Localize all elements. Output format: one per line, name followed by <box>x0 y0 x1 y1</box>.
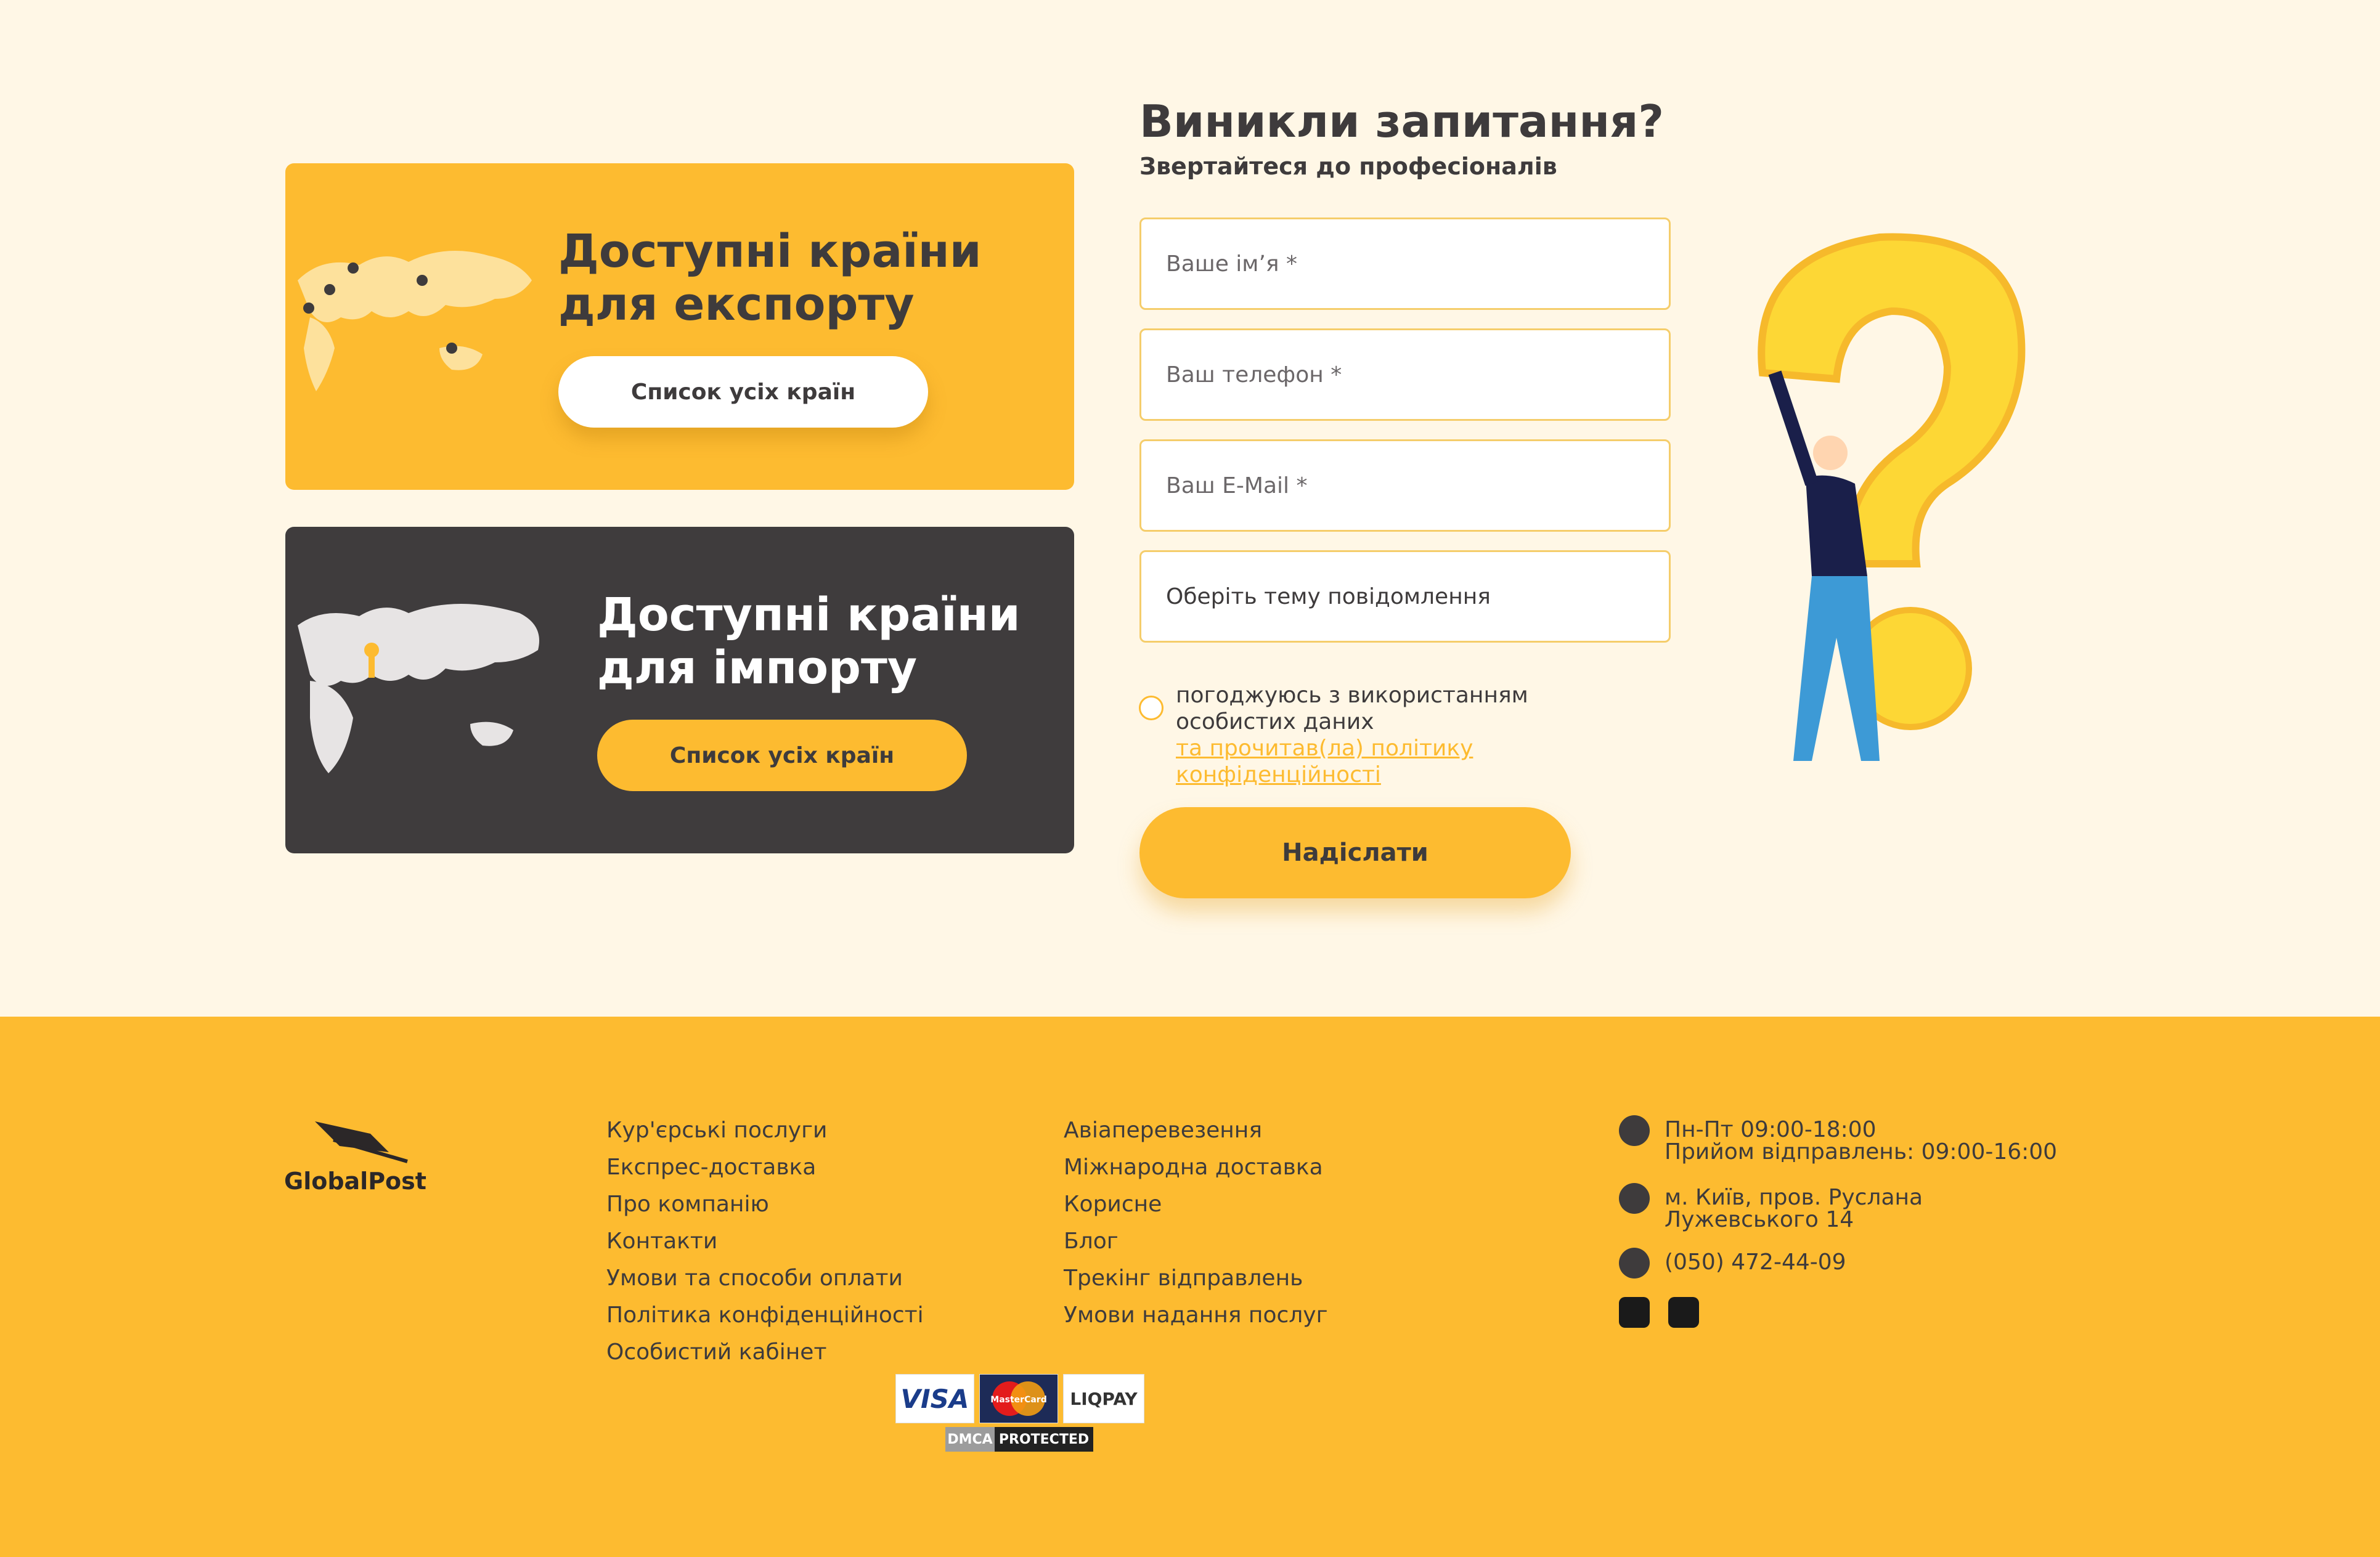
phone-number[interactable]: (050) 472-44-09 <box>1665 1248 1846 1274</box>
world-map-icon <box>298 604 539 773</box>
export-title-line1: Доступні країни <box>558 225 982 278</box>
footer-link-courier[interactable]: Кур'єрські послуги <box>606 1112 924 1149</box>
footer-link-account[interactable]: Особистий кабінет <box>606 1334 924 1371</box>
address: м. Київ, пров. Руслана Лужевського 14 <box>1619 1183 1923 1231</box>
form-title: Виникли запитання? <box>1139 96 1665 147</box>
facebook-icon[interactable] <box>1668 1297 1699 1328</box>
hours-line1: Пн-Пт 09:00-18:00 <box>1665 1117 1877 1142</box>
name-input[interactable] <box>1139 217 1671 310</box>
export-countries-list-button[interactable]: Список усіх країн <box>558 356 928 428</box>
privacy-policy-link[interactable]: та прочитав(ла) політику конфіденційност… <box>1176 735 1607 788</box>
email-input[interactable] <box>1139 439 1671 532</box>
topic-select[interactable]: Оберіть тему повідомлення <box>1139 550 1671 643</box>
footer-link-blog[interactable]: Блог <box>1064 1223 1327 1260</box>
footer-link-payment[interactable]: Умови та способи оплати <box>606 1260 924 1297</box>
phone-icon <box>1619 1248 1650 1279</box>
footer: GlobalPost Кур'єрські послуги Експрес-до… <box>0 1017 2380 1557</box>
footer-link-contacts[interactable]: Контакти <box>606 1223 924 1260</box>
footer-link-international[interactable]: Міжнародна доставка <box>1064 1149 1327 1186</box>
world-map-icon <box>298 251 532 391</box>
address-line2: Лужевського 14 <box>1665 1207 1854 1232</box>
footer-link-air[interactable]: Авіаперевезення <box>1064 1112 1327 1149</box>
visa-logo: VISA <box>895 1374 974 1423</box>
footer-link-privacy[interactable]: Політика конфіденційності <box>606 1297 924 1334</box>
svg-text:MasterCard: MasterCard <box>990 1395 1046 1405</box>
question-mark-illustration <box>1758 233 2026 761</box>
import-countries-list-button[interactable]: Список усіх країн <box>597 720 967 791</box>
footer-link-useful[interactable]: Корисне <box>1064 1186 1327 1223</box>
import-title-line2: для імпорту <box>597 641 918 694</box>
instagram-icon[interactable] <box>1619 1297 1650 1328</box>
phone[interactable]: (050) 472-44-09 <box>1619 1248 1846 1279</box>
dmca-right: PROTECTED <box>995 1427 1093 1452</box>
phone-input[interactable] <box>1139 328 1671 421</box>
export-title-line2: для експорту <box>558 278 915 331</box>
footer-links-col1: Кур'єрські послуги Експрес-доставка Про … <box>606 1112 924 1371</box>
footer-link-express[interactable]: Експрес-доставка <box>606 1149 924 1186</box>
mastercard-circles-icon: MasterCard <box>990 1381 1047 1416</box>
form-subtitle: Звертайтеся до професіоналів <box>1139 153 1557 180</box>
working-hours: Пн-Пт 09:00-18:00 Прийом відправлень: 09… <box>1619 1115 2057 1163</box>
dmca-left: DMCA <box>945 1427 995 1452</box>
consent-text: погоджуюсь з використанням особистих дан… <box>1176 683 1528 734</box>
mastercard-logo: MasterCard <box>979 1374 1058 1423</box>
hours-line2: Прийом відправлень: 09:00-16:00 <box>1665 1139 2058 1165</box>
import-title-line1: Доступні країни <box>597 588 1021 641</box>
consent-checkbox[interactable] <box>1139 696 1164 720</box>
footer-link-tracking[interactable]: Трекінг відправлень <box>1064 1260 1327 1297</box>
topic-select-label: Оберіть тему повідомлення <box>1166 583 1491 609</box>
location-pin-icon <box>1619 1183 1650 1214</box>
clock-icon <box>1619 1115 1650 1146</box>
footer-links-col2: Авіаперевезення Міжнародна доставка Кори… <box>1064 1112 1327 1334</box>
export-countries-card: Доступні країни для експорту Список усіх… <box>285 163 1074 490</box>
submit-button[interactable]: Надіслати <box>1139 807 1571 898</box>
footer-link-about[interactable]: Про компанію <box>606 1186 924 1223</box>
import-card-title: Доступні країни для імпорту <box>597 588 1021 694</box>
logo-text: GlobalPost <box>284 1168 426 1195</box>
import-countries-card: Доступні країни для імпорту Список усіх … <box>285 527 1074 853</box>
address-line1: м. Київ, пров. Руслана <box>1665 1185 1923 1210</box>
dmca-badge[interactable]: DMCA PROTECTED <box>945 1427 1093 1452</box>
export-card-title: Доступні країни для експорту <box>558 225 982 331</box>
liqpay-logo: LIQPAY <box>1063 1374 1144 1423</box>
footer-link-terms[interactable]: Умови надання послуг <box>1064 1297 1327 1334</box>
